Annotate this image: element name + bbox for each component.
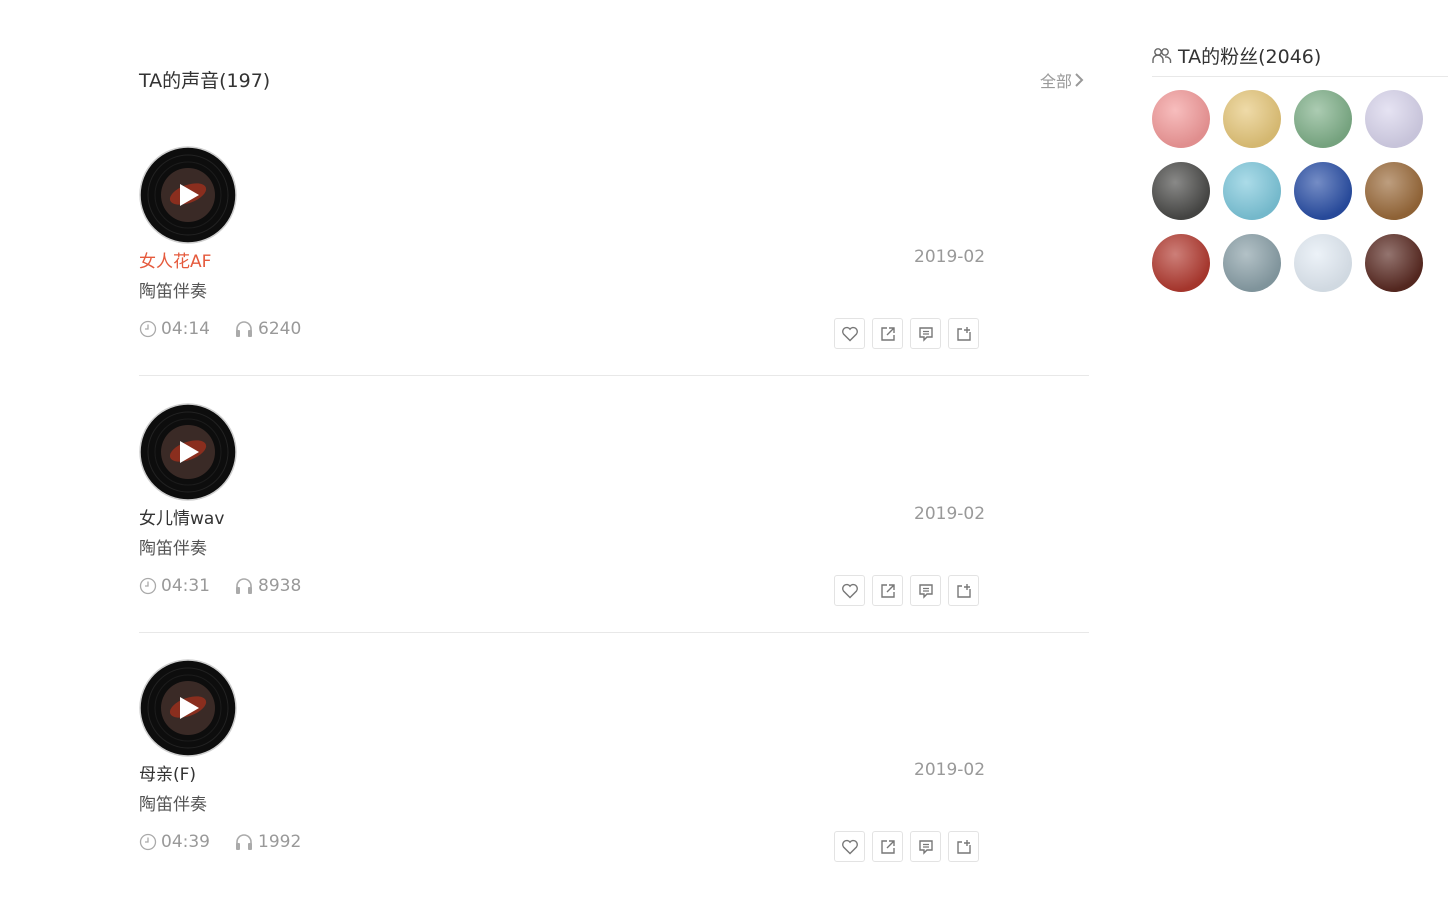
track-subtitle: 陶笛伴奏 bbox=[139, 282, 207, 302]
like-button[interactable] bbox=[834, 318, 865, 349]
share-button[interactable] bbox=[872, 575, 903, 606]
clock-icon bbox=[139, 833, 157, 851]
fan-avatar-9[interactable] bbox=[1152, 234, 1210, 292]
share-icon bbox=[880, 326, 895, 341]
like-button[interactable] bbox=[834, 831, 865, 862]
add-to-list-button[interactable] bbox=[948, 318, 979, 349]
voices-section-title: TA的声音(197) bbox=[139, 70, 271, 92]
fan-avatar-8[interactable] bbox=[1365, 162, 1423, 220]
track-duration: 04:39 bbox=[161, 832, 210, 852]
fan-avatar-10[interactable] bbox=[1223, 234, 1281, 292]
fans-title-text: TA的粉丝(2046) bbox=[1178, 46, 1322, 68]
like-icon bbox=[841, 326, 858, 341]
track-play-count: 1992 bbox=[258, 832, 302, 852]
track-duration: 04:31 bbox=[161, 576, 210, 596]
track-duration: 04:14 bbox=[161, 319, 210, 339]
track-item: 母亲(F) 陶笛伴奏 2019-02 04:39 1992 bbox=[139, 659, 1089, 915]
track-date: 2019-02 bbox=[914, 247, 986, 267]
headphones-icon bbox=[234, 320, 254, 338]
add-to-list-icon bbox=[956, 839, 971, 854]
share-icon bbox=[880, 583, 895, 598]
fan-avatar-6[interactable] bbox=[1223, 162, 1281, 220]
add-to-list-button[interactable] bbox=[948, 575, 979, 606]
add-to-list-button[interactable] bbox=[948, 831, 979, 862]
add-to-list-icon bbox=[956, 326, 971, 341]
track-date: 2019-02 bbox=[914, 504, 986, 524]
track-title[interactable]: 女人花AF bbox=[139, 247, 211, 272]
track-divider bbox=[139, 375, 1089, 376]
fan-avatar-11[interactable] bbox=[1294, 234, 1352, 292]
track-item: 女儿情wav 陶笛伴奏 2019-02 04:31 8938 bbox=[139, 403, 1089, 659]
headphones-icon bbox=[234, 577, 254, 595]
fan-avatar-7[interactable] bbox=[1294, 162, 1352, 220]
track-play-count: 6240 bbox=[258, 319, 302, 339]
play-disc-button[interactable] bbox=[139, 146, 237, 244]
track-item: 女人花AF 陶笛伴奏 2019-02 04:14 6240 bbox=[139, 146, 1089, 402]
comment-button[interactable] bbox=[910, 831, 941, 862]
track-date: 2019-02 bbox=[914, 760, 986, 780]
track-title[interactable]: 母亲(F) bbox=[139, 760, 196, 785]
view-all-link[interactable]: 全部 bbox=[1040, 68, 1084, 92]
add-to-list-icon bbox=[956, 583, 971, 598]
track-subtitle: 陶笛伴奏 bbox=[139, 539, 207, 559]
track-actions bbox=[834, 575, 986, 606]
comment-icon bbox=[918, 583, 933, 599]
fans-title: TA的粉丝(2046) bbox=[1152, 42, 1321, 69]
fan-avatar-1[interactable] bbox=[1152, 90, 1210, 148]
fan-avatar-12[interactable] bbox=[1365, 234, 1423, 292]
fan-avatar-5[interactable] bbox=[1152, 162, 1210, 220]
headphones-icon bbox=[234, 833, 254, 851]
share-icon bbox=[880, 839, 895, 854]
comment-icon bbox=[918, 839, 933, 855]
track-meta: 04:31 8938 bbox=[139, 576, 301, 596]
clock-icon bbox=[139, 320, 157, 338]
track-meta: 04:39 1992 bbox=[139, 832, 301, 852]
track-actions bbox=[834, 318, 986, 349]
comment-button[interactable] bbox=[910, 575, 941, 606]
fan-avatar-3[interactable] bbox=[1294, 90, 1352, 148]
track-divider bbox=[139, 632, 1089, 633]
users-icon bbox=[1152, 47, 1172, 65]
play-disc-button[interactable] bbox=[139, 659, 237, 757]
track-title[interactable]: 女儿情wav bbox=[139, 504, 224, 529]
clock-icon bbox=[139, 577, 157, 595]
like-icon bbox=[841, 839, 858, 854]
like-button[interactable] bbox=[834, 575, 865, 606]
share-button[interactable] bbox=[872, 318, 903, 349]
track-actions bbox=[834, 831, 986, 862]
track-meta: 04:14 6240 bbox=[139, 319, 301, 339]
view-all-label: 全部 bbox=[1040, 72, 1073, 91]
comment-button[interactable] bbox=[910, 318, 941, 349]
share-button[interactable] bbox=[872, 831, 903, 862]
play-disc-button[interactable] bbox=[139, 403, 237, 501]
fans-divider bbox=[1152, 76, 1448, 77]
comment-icon bbox=[918, 326, 933, 342]
chevron-right-icon bbox=[1075, 73, 1084, 87]
fan-avatar-2[interactable] bbox=[1223, 90, 1281, 148]
track-subtitle: 陶笛伴奏 bbox=[139, 795, 207, 815]
track-play-count: 8938 bbox=[258, 576, 302, 596]
like-icon bbox=[841, 583, 858, 598]
fan-avatar-4[interactable] bbox=[1365, 90, 1423, 148]
